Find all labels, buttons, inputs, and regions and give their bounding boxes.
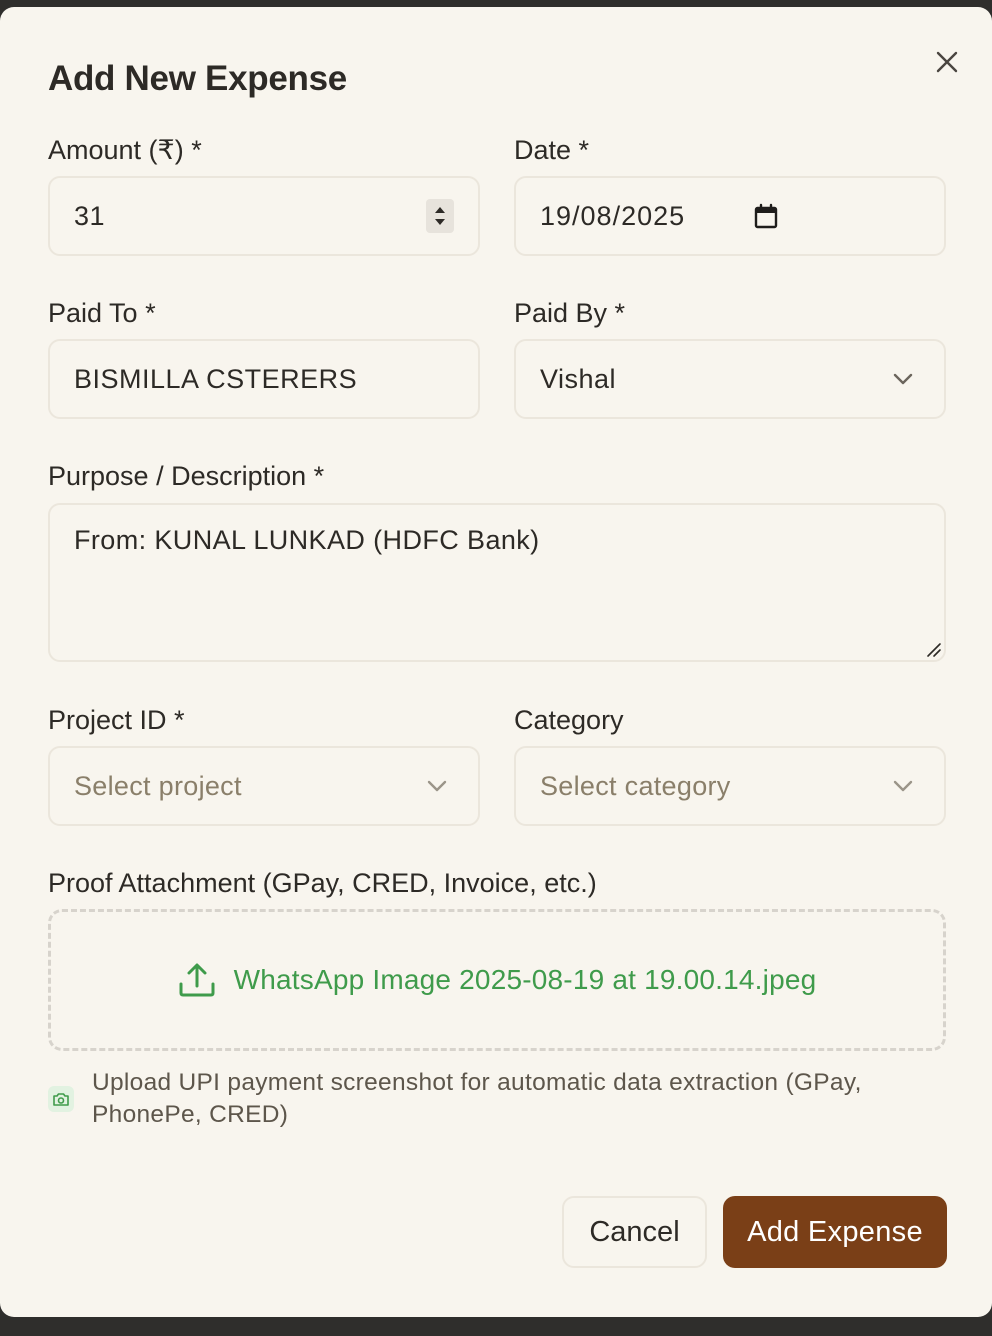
amount-value: 31	[74, 200, 106, 231]
paid-by-label: Paid By *	[514, 298, 626, 328]
attached-file-name: WhatsApp Image 2025-08-19 at 19.00.14.jp…	[233, 964, 817, 995]
date-label: Date *	[514, 135, 590, 165]
camera-icon	[48, 1086, 74, 1112]
date-value: 19/08/2025	[540, 200, 686, 231]
category-placeholder: Select category	[540, 770, 731, 801]
cancel-button[interactable]: Cancel	[562, 1196, 707, 1268]
upload-hint: Upload UPI payment screenshot for automa…	[92, 1069, 862, 1128]
project-placeholder: Select project	[74, 770, 242, 801]
amount-label: Amount (₹) *	[48, 135, 202, 165]
dialog-title: Add New Expense	[48, 59, 347, 98]
project-label: Project ID *	[48, 705, 185, 735]
proof-label: Proof Attachment (GPay, CRED, Invoice, e…	[48, 868, 597, 898]
purpose-textarea[interactable]: From: KUNAL LUNKAD (HDFC Bank)	[48, 503, 946, 662]
date-input[interactable]: 19/08/2025	[514, 176, 946, 256]
chevron-down-icon	[893, 780, 913, 792]
paid-to-input[interactable]: BISMILLA CSTERERS	[48, 339, 480, 419]
close-button[interactable]	[928, 43, 966, 81]
category-label: Category	[514, 705, 624, 735]
paid-to-value: BISMILLA CSTERERS	[74, 363, 358, 394]
amount-input[interactable]: 31	[48, 176, 480, 256]
chevron-down-icon	[893, 373, 913, 385]
paid-by-value: Vishal	[540, 363, 617, 394]
resize-handle-icon[interactable]	[924, 640, 942, 658]
purpose-label: Purpose / Description *	[48, 461, 325, 491]
purpose-value: From: KUNAL LUNKAD (HDFC Bank)	[74, 525, 540, 555]
calendar-icon[interactable]	[754, 203, 778, 229]
upload-icon	[179, 963, 215, 997]
chevron-down-icon	[427, 780, 447, 792]
add-expense-button[interactable]: Add Expense	[723, 1196, 947, 1268]
paid-by-select[interactable]: Vishal	[514, 339, 946, 419]
category-select[interactable]: Select category	[514, 746, 946, 826]
project-select[interactable]: Select project	[48, 746, 480, 826]
close-icon	[936, 51, 958, 73]
amount-stepper[interactable]	[426, 199, 454, 233]
file-dropzone[interactable]: WhatsApp Image 2025-08-19 at 19.00.14.jp…	[48, 909, 946, 1051]
add-expense-dialog: Add New Expense Amount (₹) * 31 Date * 1…	[0, 7, 992, 1317]
paid-to-label: Paid To *	[48, 298, 156, 328]
